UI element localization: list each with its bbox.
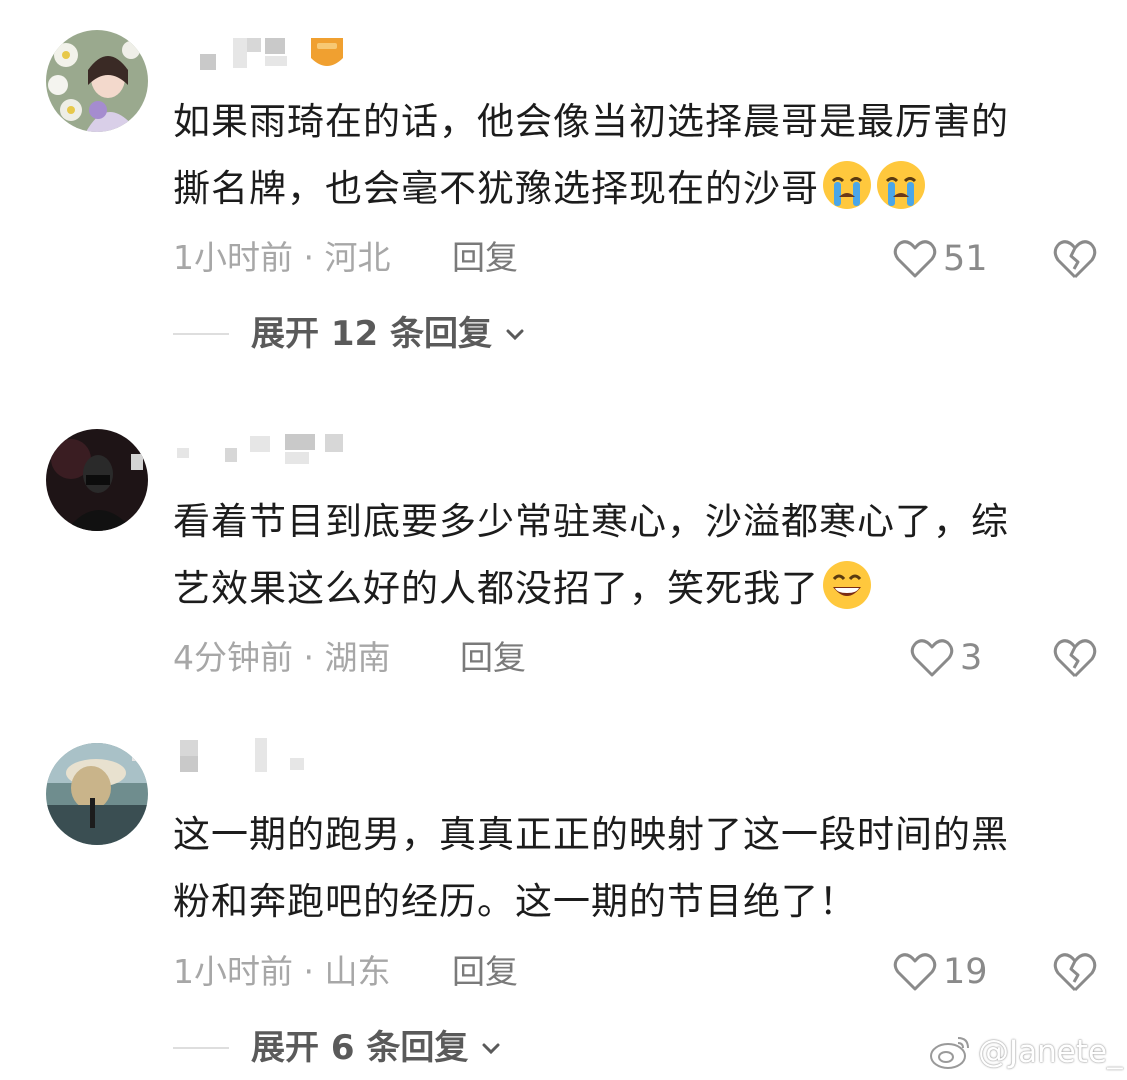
- comment-text-line: 如果雨琦在的话，他会像当初选择晨哥是最厉害的: [173, 100, 1009, 143]
- divider: [173, 333, 229, 335]
- heart-icon: [893, 953, 937, 991]
- user-avatar[interactable]: [46, 429, 148, 531]
- comment-text: 这一期的跑男，真真正正的映射了这一段时间的黑 粉和奔跑吧的经历。这一期的节目绝了…: [173, 801, 1103, 935]
- heart-icon: [910, 639, 954, 677]
- expand-replies-button[interactable]: 展开 6 条回复: [173, 1028, 506, 1068]
- reply-button[interactable]: 回复: [452, 238, 518, 278]
- comment-text-line: 看着节目到底要多少常驻寒心，沙溢都寒心了，综: [173, 500, 1009, 543]
- heart-icon: [893, 240, 937, 278]
- username-pixelated[interactable]: [175, 738, 415, 778]
- user-avatar[interactable]: [46, 30, 148, 132]
- chevron-down-icon: [506, 329, 524, 341]
- comment-text-line: 这一期的跑男，真真正正的映射了这一段时间的黑: [173, 813, 1009, 856]
- username-pixelated[interactable]: [175, 30, 415, 70]
- user-avatar[interactable]: [46, 743, 148, 845]
- expand-replies-label: 展开 12 条回复: [251, 314, 492, 354]
- like-button[interactable]: 19: [893, 949, 988, 995]
- comment-time-location: 1小时前 · 河北: [173, 238, 391, 277]
- broken-heart-icon[interactable]: [1052, 635, 1098, 681]
- grinning-face-emoji: [823, 561, 871, 609]
- like-button[interactable]: 51: [893, 236, 988, 282]
- like-button[interactable]: 3: [910, 635, 982, 681]
- comment-time-location: 4分钟前 · 湖南: [173, 638, 391, 677]
- comment-text-line: 粉和奔跑吧的经历。这一期的节目绝了！: [173, 880, 857, 923]
- username-pixelated[interactable]: [175, 428, 415, 468]
- like-count: 19: [943, 952, 988, 992]
- comment-text-line: 艺效果这么好的人都没招了，笑死我了: [173, 567, 819, 610]
- broken-heart-icon[interactable]: [1052, 236, 1098, 282]
- loudly-crying-face-emoji: [823, 161, 871, 209]
- comment-text: 如果雨琦在的话，他会像当初选择晨哥是最厉害的 撕名牌，也会毫不犹豫选择现在的沙哥: [173, 88, 1103, 222]
- weibo-icon: [930, 1037, 969, 1069]
- loudly-crying-face-emoji: [877, 161, 925, 209]
- chevron-down-icon: [482, 1043, 500, 1055]
- comment-text-line: 撕名牌，也会毫不犹豫选择现在的沙哥: [173, 167, 819, 210]
- level-badge-icon: [311, 38, 343, 66]
- expand-replies-button[interactable]: 展开 12 条回复: [173, 314, 530, 354]
- comment-text: 看着节目到底要多少常驻寒心，沙溢都寒心了，综 艺效果这么好的人都没招了，笑死我了: [173, 488, 1103, 622]
- divider: [173, 1047, 229, 1049]
- expand-replies-label: 展开 6 条回复: [251, 1028, 469, 1068]
- like-count: 51: [943, 239, 988, 279]
- reply-button[interactable]: 回复: [452, 952, 518, 992]
- comment-time-location: 1小时前 · 山东: [173, 952, 391, 991]
- broken-heart-icon[interactable]: [1052, 949, 1098, 995]
- weibo-watermark: @Janete_: [928, 1030, 1123, 1074]
- watermark-text: @Janete_: [978, 1034, 1123, 1070]
- reply-button[interactable]: 回复: [460, 638, 526, 678]
- like-count: 3: [960, 638, 983, 678]
